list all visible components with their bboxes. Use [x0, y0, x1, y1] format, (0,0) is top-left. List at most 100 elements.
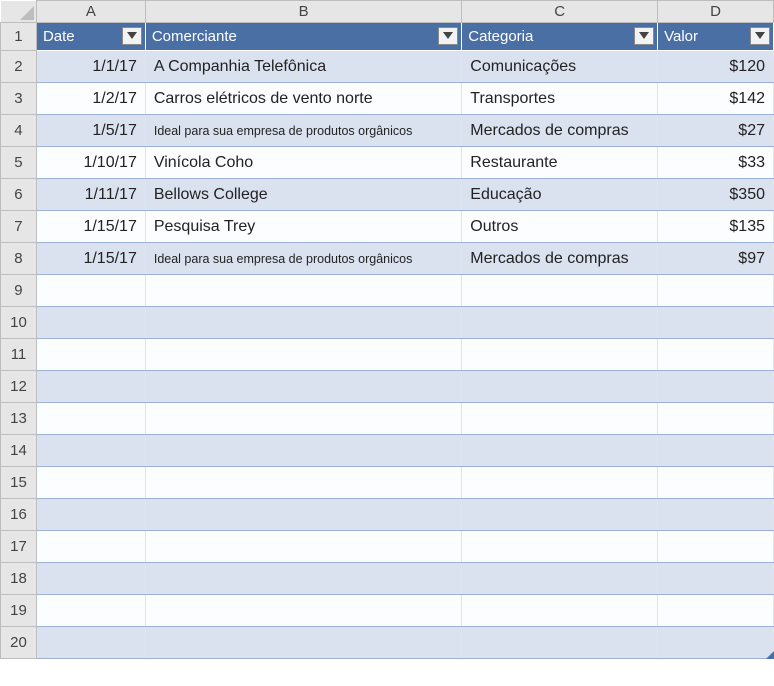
cell-date[interactable]: 1/15/17	[36, 243, 145, 275]
row-header-8[interactable]: 8	[1, 243, 37, 275]
cell-category[interactable]: Mercados de compras	[462, 243, 658, 275]
empty-cell[interactable]	[36, 531, 145, 563]
cell-date[interactable]: 1/10/17	[36, 147, 145, 179]
cell-value[interactable]: $135	[658, 211, 774, 243]
empty-cell[interactable]	[145, 627, 461, 659]
cell-date[interactable]: 1/11/17	[36, 179, 145, 211]
row-header-11[interactable]: 11	[1, 339, 37, 371]
empty-cell[interactable]	[145, 563, 461, 595]
empty-cell[interactable]	[462, 563, 658, 595]
empty-cell[interactable]	[36, 595, 145, 627]
empty-cell[interactable]	[658, 531, 774, 563]
empty-cell[interactable]	[462, 595, 658, 627]
empty-cell[interactable]	[658, 467, 774, 499]
column-header-C[interactable]: C	[462, 1, 658, 23]
empty-cell[interactable]	[36, 339, 145, 371]
empty-cell[interactable]	[462, 435, 658, 467]
cell-merchant[interactable]: Ideal para sua empresa de produtos orgân…	[145, 115, 461, 147]
empty-cell[interactable]	[36, 499, 145, 531]
empty-cell[interactable]	[36, 627, 145, 659]
table-header-C[interactable]: Categoria	[462, 23, 658, 51]
empty-cell[interactable]	[462, 275, 658, 307]
cell-category[interactable]: Restaurante	[462, 147, 658, 179]
row-header-20[interactable]: 20	[1, 627, 37, 659]
row-header-5[interactable]: 5	[1, 147, 37, 179]
empty-cell[interactable]	[658, 595, 774, 627]
empty-cell[interactable]	[145, 435, 461, 467]
empty-cell[interactable]	[658, 307, 774, 339]
cell-value[interactable]: $97	[658, 243, 774, 275]
row-header-17[interactable]: 17	[1, 531, 37, 563]
row-header-7[interactable]: 7	[1, 211, 37, 243]
cell-value[interactable]: $350	[658, 179, 774, 211]
cell-merchant[interactable]: Bellows College	[145, 179, 461, 211]
table-header-B[interactable]: Comerciante	[145, 23, 461, 51]
empty-cell[interactable]	[145, 499, 461, 531]
cell-merchant[interactable]: Pesquisa Trey	[145, 211, 461, 243]
cell-category[interactable]: Outros	[462, 211, 658, 243]
filter-btn-B[interactable]	[438, 27, 458, 45]
filter-btn-A[interactable]	[122, 27, 142, 45]
row-header-3[interactable]: 3	[1, 83, 37, 115]
empty-cell[interactable]	[36, 275, 145, 307]
row-header-19[interactable]: 19	[1, 595, 37, 627]
cell-category[interactable]: Educação	[462, 179, 658, 211]
cell-value[interactable]: $142	[658, 83, 774, 115]
row-header-18[interactable]: 18	[1, 563, 37, 595]
spreadsheet-grid[interactable]: ABCD1 Date Comerciante Categoria	[0, 0, 774, 659]
cell-merchant[interactable]: Carros elétricos de vento norte	[145, 83, 461, 115]
cell-date[interactable]: 1/2/17	[36, 83, 145, 115]
empty-cell[interactable]	[36, 371, 145, 403]
cell-category[interactable]: Comunicações	[462, 51, 658, 83]
empty-cell[interactable]	[658, 627, 774, 659]
cell-merchant[interactable]: Vinícola Coho	[145, 147, 461, 179]
empty-cell[interactable]	[658, 275, 774, 307]
cell-category[interactable]: Transportes	[462, 83, 658, 115]
empty-cell[interactable]	[145, 275, 461, 307]
row-header-12[interactable]: 12	[1, 371, 37, 403]
row-header-10[interactable]: 10	[1, 307, 37, 339]
cell-value[interactable]: $33	[658, 147, 774, 179]
cell-date[interactable]: 1/5/17	[36, 115, 145, 147]
empty-cell[interactable]	[658, 403, 774, 435]
row-header-13[interactable]: 13	[1, 403, 37, 435]
cell-date[interactable]: 1/1/17	[36, 51, 145, 83]
empty-cell[interactable]	[462, 339, 658, 371]
empty-cell[interactable]	[658, 339, 774, 371]
empty-cell[interactable]	[145, 339, 461, 371]
empty-cell[interactable]	[658, 499, 774, 531]
row-header-1[interactable]: 1	[1, 23, 37, 51]
empty-cell[interactable]	[658, 563, 774, 595]
table-header-A[interactable]: Date	[36, 23, 145, 51]
row-header-2[interactable]: 2	[1, 51, 37, 83]
empty-cell[interactable]	[462, 371, 658, 403]
filter-btn-D[interactable]	[750, 27, 770, 45]
row-header-14[interactable]: 14	[1, 435, 37, 467]
empty-cell[interactable]	[145, 595, 461, 627]
filter-btn-C[interactable]	[634, 27, 654, 45]
row-header-16[interactable]: 16	[1, 499, 37, 531]
row-header-6[interactable]: 6	[1, 179, 37, 211]
empty-cell[interactable]	[462, 403, 658, 435]
empty-cell[interactable]	[36, 467, 145, 499]
column-header-A[interactable]: A	[36, 1, 145, 23]
select-all-corner[interactable]	[1, 1, 37, 23]
empty-cell[interactable]	[145, 467, 461, 499]
empty-cell[interactable]	[658, 371, 774, 403]
empty-cell[interactable]	[462, 307, 658, 339]
cell-category[interactable]: Mercados de compras	[462, 115, 658, 147]
row-header-15[interactable]: 15	[1, 467, 37, 499]
cell-date[interactable]: 1/15/17	[36, 211, 145, 243]
empty-cell[interactable]	[462, 627, 658, 659]
empty-cell[interactable]	[36, 307, 145, 339]
table-header-D[interactable]: Valor	[658, 23, 774, 51]
row-header-9[interactable]: 9	[1, 275, 37, 307]
cell-merchant[interactable]: A Companhia Telefônica	[145, 51, 461, 83]
empty-cell[interactable]	[462, 531, 658, 563]
empty-cell[interactable]	[145, 531, 461, 563]
column-header-D[interactable]: D	[658, 1, 774, 23]
empty-cell[interactable]	[36, 563, 145, 595]
cell-value[interactable]: $27	[658, 115, 774, 147]
empty-cell[interactable]	[145, 307, 461, 339]
cell-merchant[interactable]: Ideal para sua empresa de produtos orgân…	[145, 243, 461, 275]
